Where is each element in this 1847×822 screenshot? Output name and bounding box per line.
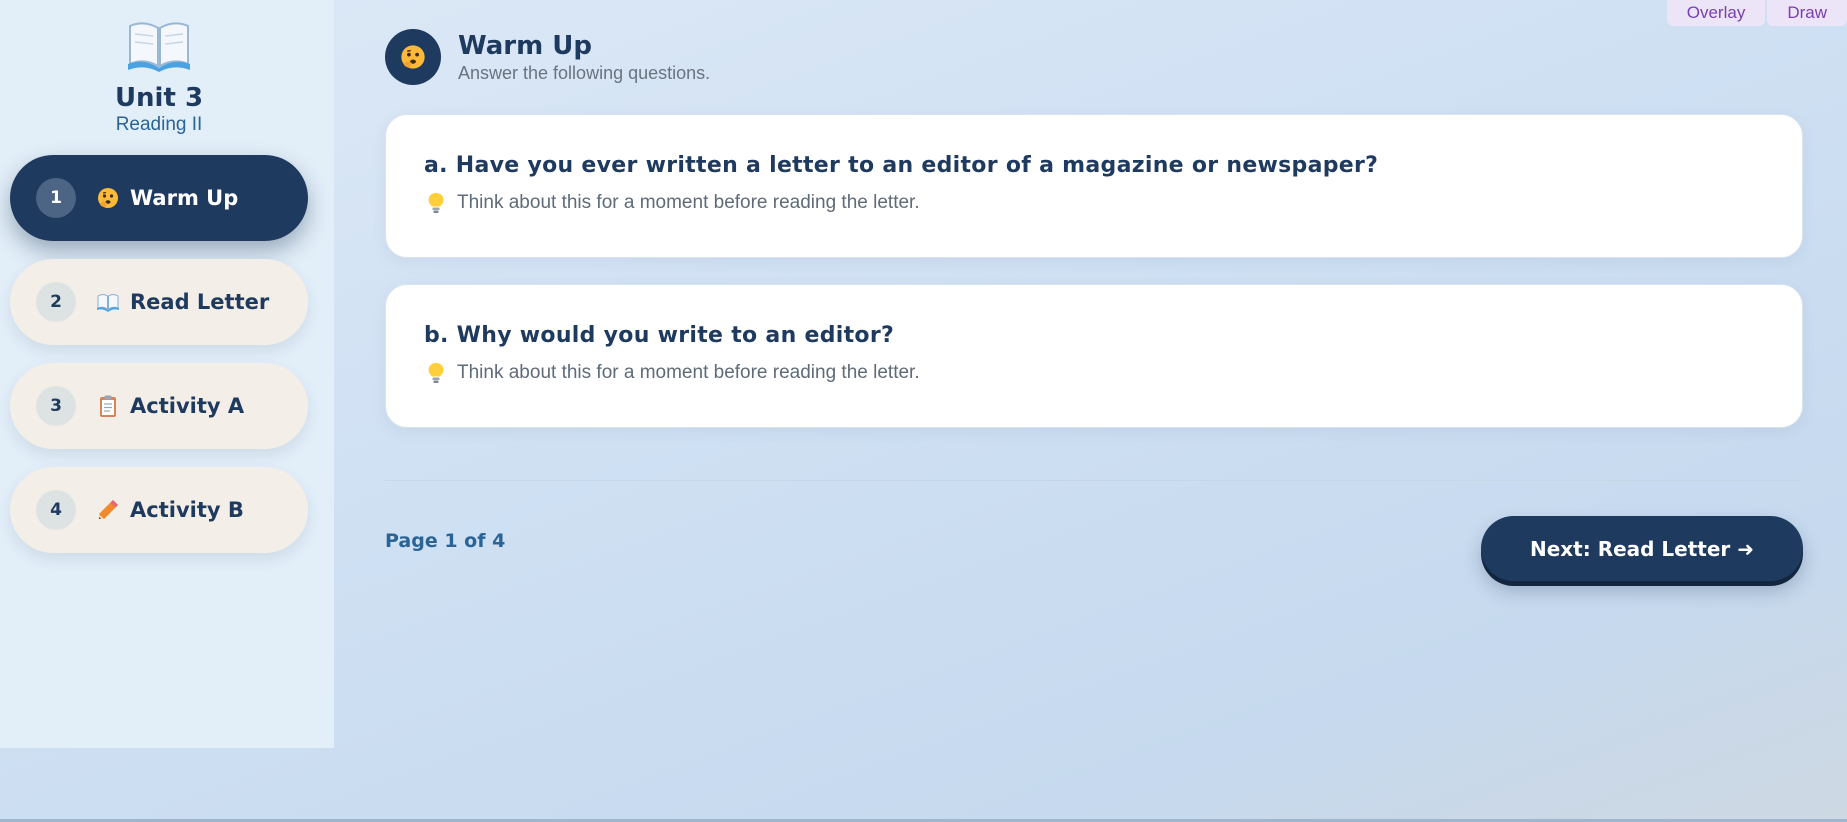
sidebar: Unit 3 Reading II 1 Warm Up 2 Read Lette…	[0, 0, 334, 748]
thinking-face-icon	[96, 186, 120, 210]
question-card: a. Have you ever written a letter to an …	[385, 114, 1803, 258]
sidebar-item-label: Warm Up	[130, 186, 239, 210]
pencil-icon	[96, 498, 120, 522]
light-bulb-icon	[426, 192, 446, 214]
open-book-icon	[126, 18, 192, 72]
sidebar-item-activity-b[interactable]: 4 Activity B	[10, 467, 308, 553]
question-hint: Think about this for a moment before rea…	[424, 362, 1764, 384]
question-text: a. Have you ever written a letter to an …	[424, 153, 1379, 178]
sidebar-item-label: Activity A	[130, 394, 245, 418]
sidebar-item-label: Read Letter	[130, 290, 270, 314]
footer-divider	[385, 480, 1803, 481]
question-text: b. Why would you write to an editor?	[424, 323, 895, 348]
page-subtitle: Answer the following questions.	[458, 63, 711, 83]
sidebar-item-warm-up[interactable]: 1 Warm Up	[10, 155, 308, 241]
overlay-button[interactable]: Overlay	[1666, 0, 1766, 26]
sidebar-brand: Unit 3 Reading II	[0, 18, 318, 136]
step-number: 2	[36, 282, 76, 322]
page-indicator: Page 1 of 4	[385, 530, 506, 552]
page-title: Warm Up	[458, 31, 592, 61]
hint-text: Think about this for a moment before rea…	[457, 192, 920, 213]
question-card: b. Why would you write to an editor? Thi…	[385, 284, 1803, 428]
open-book-icon	[96, 290, 120, 314]
step-number: 1	[36, 178, 76, 218]
clipboard-icon	[96, 394, 120, 418]
step-number: 3	[36, 386, 76, 426]
thinking-face-icon	[385, 29, 441, 85]
unit-title: Unit 3	[114, 83, 204, 113]
section-header: Warm Up Answer the following questions.	[385, 29, 710, 85]
light-bulb-icon	[426, 362, 446, 384]
top-toolbar: Overlay Draw	[1666, 0, 1847, 26]
sidebar-item-label: Activity B	[130, 498, 244, 522]
sidebar-item-activity-a[interactable]: 3 Activity A	[10, 363, 308, 449]
step-number: 4	[36, 490, 76, 530]
draw-button[interactable]: Draw	[1767, 0, 1847, 26]
hint-text: Think about this for a moment before rea…	[457, 362, 920, 383]
sidebar-nav: 1 Warm Up 2 Read Letter 3 Activity A 4 A…	[10, 155, 308, 571]
sidebar-item-read-letter[interactable]: 2 Read Letter	[10, 259, 308, 345]
next-button[interactable]: Next: Read Letter ➜	[1481, 516, 1803, 581]
unit-subtitle: Reading II	[115, 114, 203, 135]
question-hint: Think about this for a moment before rea…	[424, 192, 1764, 214]
